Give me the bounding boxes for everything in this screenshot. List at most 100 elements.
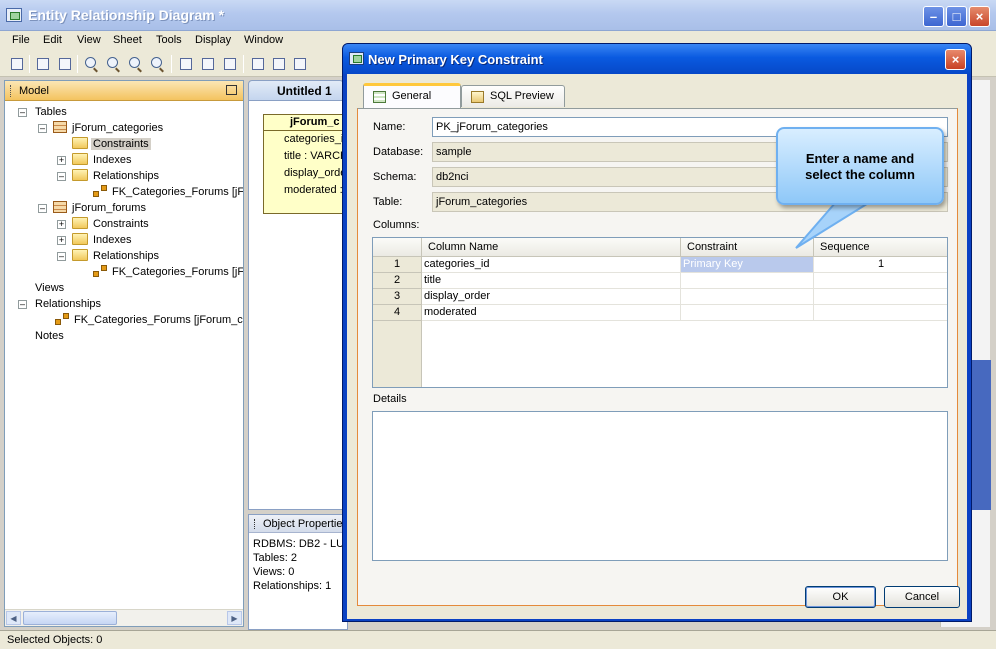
column-name-cell[interactable]: title (422, 273, 681, 289)
dialog-title-bar[interactable]: New Primary Key Constraint × (343, 44, 971, 74)
tree-node-fk[interactable]: FK_Categories_Forums [jFo (93, 184, 243, 200)
tree-node-table-categories[interactable]: jForum_categories (53, 120, 165, 136)
table-icon[interactable] (200, 56, 216, 72)
horizontal-scrollbar[interactable]: ◀ ▶ (5, 609, 243, 626)
entity-box[interactable]: jForum_c categories_i title : VARCH disp… (263, 114, 353, 214)
scroll-thumb[interactable] (23, 611, 117, 625)
scroll-left-icon[interactable]: ◀ (6, 611, 21, 625)
constraint-cell[interactable] (681, 273, 814, 289)
collapse-toggle[interactable]: – (57, 252, 66, 261)
menu-edit[interactable]: Edit (43, 34, 62, 46)
details-textarea[interactable] (372, 411, 948, 561)
status-text: Selected Objects: 0 (7, 634, 103, 646)
menu-window[interactable]: Window (244, 34, 283, 46)
tree-node-constraints[interactable]: Constraints (72, 136, 151, 152)
column-name-header[interactable]: Column Name (422, 238, 681, 257)
cancel-button[interactable]: Cancel (884, 586, 960, 608)
sequence-cell[interactable]: 1 (814, 257, 947, 273)
save-icon[interactable] (9, 56, 25, 72)
folder-icon (72, 217, 88, 229)
tree-node-indexes[interactable]: Indexes (72, 152, 134, 168)
expand-toggle[interactable]: + (57, 220, 66, 229)
row-number[interactable]: 1 (373, 257, 422, 273)
collapse-toggle[interactable]: – (18, 300, 27, 309)
expand-toggle[interactable]: + (57, 236, 66, 245)
tree-node-fk[interactable]: FK_Categories_Forums [jFo (93, 264, 243, 280)
constraint-cell[interactable] (681, 305, 814, 321)
menu-tools[interactable]: Tools (156, 34, 182, 46)
collapse-toggle[interactable]: – (57, 172, 66, 181)
column-name-cell[interactable]: display_order (422, 289, 681, 305)
dialog-close-button[interactable]: × (945, 49, 966, 70)
close-button[interactable]: × (969, 6, 990, 27)
entity-column: categories_i (284, 133, 344, 145)
column-name-cell[interactable]: moderated (422, 305, 681, 321)
toolbar-separator (77, 55, 78, 73)
menu-view[interactable]: View (77, 34, 101, 46)
constraint-cell[interactable] (681, 289, 814, 305)
relationship-icon (93, 185, 107, 197)
callout-line: Enter a name and (805, 151, 915, 166)
sequence-cell[interactable] (814, 289, 947, 305)
ok-button[interactable]: OK (805, 586, 876, 608)
tree-node-relationships-root[interactable]: Relationships (33, 296, 103, 312)
note-icon[interactable] (250, 56, 266, 72)
row-number[interactable]: 2 (373, 273, 422, 289)
view-icon[interactable] (222, 56, 238, 72)
menu-sheet[interactable]: Sheet (113, 34, 142, 46)
constraint-header[interactable]: Constraint (681, 238, 814, 257)
minimize-button[interactable]: – (923, 6, 944, 27)
sequence-header[interactable]: Sequence (814, 238, 947, 257)
folder-icon (72, 233, 88, 245)
tree-node-relationships[interactable]: Relationships (72, 248, 161, 264)
details-label: Details (373, 393, 407, 405)
collapse-toggle[interactable]: – (38, 124, 47, 133)
tab-sql-preview[interactable]: SQL Preview (461, 85, 565, 107)
sequence-cell[interactable] (814, 305, 947, 321)
tab-untitled-1[interactable]: Untitled 1 (248, 80, 344, 100)
zoom-out-icon[interactable] (128, 56, 144, 73)
main-title-bar[interactable]: Entity Relationship Diagram * – □ × (0, 0, 996, 31)
menu-file[interactable]: File (12, 34, 30, 46)
tree-node-notes[interactable]: Notes (33, 328, 66, 344)
tree-node-tables[interactable]: Tables (33, 104, 69, 120)
menu-display[interactable]: Display (195, 34, 231, 46)
align-icon[interactable] (292, 56, 308, 72)
zoom-in-icon[interactable] (106, 56, 122, 73)
table-label: Table: (373, 196, 403, 208)
expand-toggle[interactable]: + (57, 156, 66, 165)
callout-line: select the column (805, 167, 915, 182)
constraint-cell[interactable]: Primary Key (681, 257, 814, 273)
schema-label: Schema: (373, 171, 417, 183)
object-properties-title: Object Properties (249, 515, 347, 533)
table-icon (53, 201, 67, 213)
page-setup-icon[interactable] (57, 56, 73, 72)
print-icon[interactable] (35, 56, 51, 72)
sequence-cell[interactable] (814, 273, 947, 289)
tree-node-table-forums[interactable]: jForum_forums (53, 200, 148, 216)
diagram-canvas[interactable]: jForum_c categories_i title : VARCH disp… (248, 100, 353, 510)
tree-node-constraints[interactable]: Constraints (72, 216, 151, 232)
tab-general[interactable]: General (363, 83, 461, 108)
column-name-cell[interactable]: categories_id (422, 257, 681, 273)
scroll-right-icon[interactable]: ▶ (227, 611, 242, 625)
grid-header: Column Name Constraint Sequence (373, 238, 947, 257)
layout-icon[interactable] (271, 56, 287, 72)
diagram-tabs: Untitled 1 (248, 80, 348, 100)
properties-icon[interactable] (178, 56, 194, 72)
relationship-icon (93, 265, 107, 277)
drag-grip[interactable] (10, 85, 13, 97)
collapse-toggle[interactable]: – (18, 108, 27, 117)
row-number[interactable]: 3 (373, 289, 422, 305)
row-number[interactable]: 4 (373, 305, 422, 321)
tree-node-views[interactable]: Views (33, 280, 66, 296)
restore-icon[interactable] (226, 85, 237, 95)
zoom-icon[interactable] (84, 56, 100, 73)
collapse-toggle[interactable]: – (38, 204, 47, 213)
tree-node-indexes[interactable]: Indexes (72, 232, 134, 248)
maximize-button[interactable]: □ (946, 6, 967, 27)
name-label: Name: (373, 121, 406, 133)
tree-node-fk[interactable]: FK_Categories_Forums [jForum_ca (55, 312, 243, 328)
zoom-fit-icon[interactable] (150, 56, 166, 73)
tree-node-relationships[interactable]: Relationships (72, 168, 161, 184)
